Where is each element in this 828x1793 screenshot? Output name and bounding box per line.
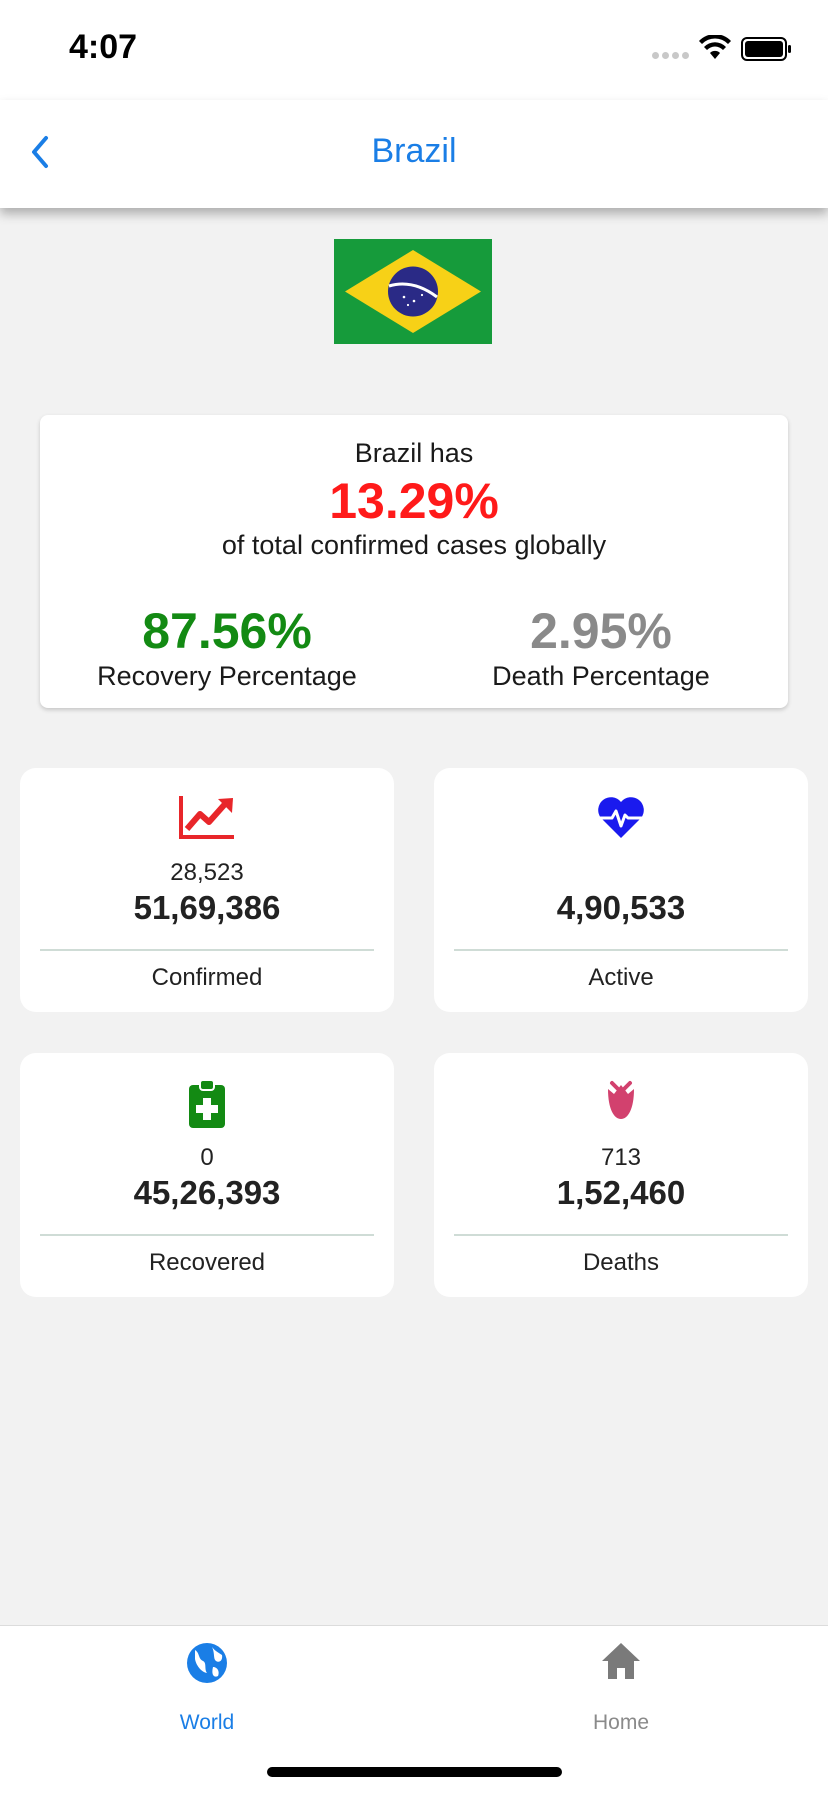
active-total: 4,90,533 (556, 889, 686, 926)
deaths-delta: 713 (600, 1144, 642, 1171)
global-share-card: Brazil has 13.29% of total confirmed cas… (40, 415, 788, 708)
recovered-delta: 0 (200, 1144, 214, 1171)
tab-world[interactable]: World (0, 1626, 414, 1746)
cellular-signal-icon (652, 52, 689, 59)
divider (454, 949, 788, 951)
deaths-total: 1,52,460 (556, 1174, 686, 1211)
wifi-icon (699, 35, 731, 59)
globe-icon (187, 1643, 227, 1683)
divider (454, 1234, 788, 1236)
divider (40, 949, 374, 951)
tab-home-label: Home (592, 1711, 650, 1734)
brazil-flag-image (334, 239, 492, 344)
confirmed-total: 51,69,386 (133, 889, 281, 926)
divider (40, 1234, 374, 1236)
status-bar: 4:07 (0, 0, 828, 100)
summary-intro: Brazil has (354, 438, 474, 468)
rose-icon (608, 1081, 634, 1119)
heartbeat-icon (598, 797, 644, 838)
death-stat: 2.95% Death Percentage (414, 603, 788, 692)
deaths-label: Deaths (582, 1249, 660, 1276)
recovered-tile: 0 45,26,393 Recovered (20, 1053, 394, 1297)
confirmed-label: Confirmed (151, 964, 263, 991)
confirmed-tile: 28,523 51,69,386 Confirmed (20, 768, 394, 1012)
active-tile: 4,90,533 Active (434, 768, 808, 1012)
confirmed-delta: 28,523 (170, 859, 244, 886)
home-icon (602, 1643, 640, 1679)
death-percent: 2.95% (530, 603, 672, 659)
home-indicator (267, 1767, 562, 1777)
global-share-percent: 13.29% (329, 473, 499, 529)
summary-suffix: of total confirmed cases globally (221, 530, 607, 560)
tab-home[interactable]: Home (414, 1626, 828, 1746)
death-label: Death Percentage (492, 661, 710, 691)
recovered-total: 45,26,393 (133, 1174, 281, 1211)
active-label: Active (588, 964, 654, 991)
page-title: Brazil (371, 132, 457, 170)
clipboard-medical-icon (189, 1079, 225, 1128)
navigation-bar: Brazil (0, 100, 828, 208)
battery-icon (741, 37, 791, 61)
deaths-tile: 713 1,52,460 Deaths (434, 1053, 808, 1297)
trending-up-icon (179, 796, 234, 839)
status-time: 4:07 (69, 28, 138, 66)
tab-world-label: World (179, 1711, 235, 1734)
recovery-percent: 87.56% (142, 603, 312, 659)
recovery-stat: 87.56% Recovery Percentage (40, 603, 414, 692)
recovered-label: Recovered (148, 1249, 266, 1276)
recovery-label: Recovery Percentage (97, 661, 357, 691)
